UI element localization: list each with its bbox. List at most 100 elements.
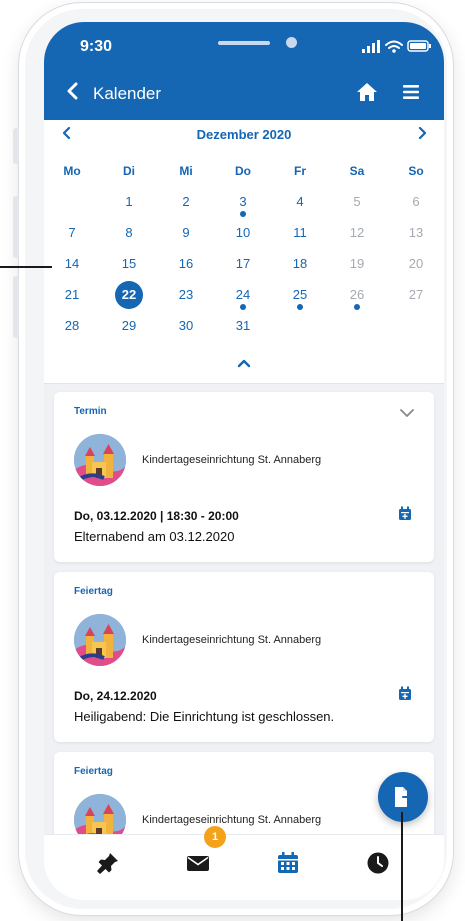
day-number: 17	[235, 256, 251, 271]
calendar-day[interactable]: 12	[337, 219, 377, 249]
page-title: Kalender	[93, 84, 162, 103]
calendar-day[interactable]: 22	[109, 281, 149, 311]
next-month-button[interactable]	[418, 124, 427, 146]
calendar-day[interactable]: 8	[109, 219, 149, 249]
calendar-day[interactable]: 18	[280, 250, 320, 280]
day-number: 21	[64, 287, 80, 302]
calendar-day[interactable]: 1	[109, 188, 149, 218]
camera-notch	[286, 37, 297, 48]
event-type: Feiertag	[74, 766, 113, 777]
event-indicator-dot	[354, 304, 360, 310]
calendar-day[interactable]: 4	[280, 188, 320, 218]
calendar-day[interactable]: 15	[109, 250, 149, 280]
weekday-label: Mo	[63, 164, 81, 178]
add-to-calendar-icon[interactable]	[398, 506, 412, 521]
weekday-label: Sa	[349, 164, 365, 178]
day-number: 19	[349, 256, 365, 271]
calendar-day[interactable]: 9	[166, 219, 206, 249]
castle-logo	[74, 614, 126, 666]
battery-icon	[407, 40, 431, 52]
chevron-down-icon[interactable]	[399, 408, 415, 418]
calendar-day[interactable]: 27	[396, 281, 436, 311]
event-indicator-dot	[297, 304, 303, 310]
calendar-day[interactable]: 11	[280, 219, 320, 249]
day-number: 14	[64, 256, 80, 271]
chevron-left-icon	[67, 82, 78, 100]
organization-name: Kindertageseinrichtung St. Annaberg	[142, 814, 322, 826]
calendar-day[interactable]: 25	[280, 281, 320, 311]
calendar-day[interactable]: 13	[396, 219, 436, 249]
event-card[interactable]: Feiertag Kindertageseinrichtung St. Anna…	[54, 572, 434, 742]
calendar-day[interactable]: 24	[223, 281, 263, 311]
calendar-day[interactable]: 7	[52, 219, 92, 249]
calendar-day[interactable]: 16	[166, 250, 206, 280]
day-number: 15	[121, 256, 137, 271]
event-indicator-dot	[240, 304, 246, 310]
day-number: 4	[296, 194, 304, 209]
speaker-notch	[218, 41, 270, 45]
day-number: 6	[412, 194, 420, 209]
pin-icon[interactable]	[96, 851, 120, 875]
mail-icon	[187, 856, 209, 871]
calendar-day[interactable]: 17	[223, 250, 263, 280]
day-number: 20	[408, 256, 424, 271]
day-number: 31	[235, 318, 251, 333]
export-button[interactable]	[378, 772, 428, 822]
chevron-right-icon	[418, 126, 427, 140]
day-number: 23	[178, 287, 194, 302]
event-type: Feiertag	[74, 586, 113, 597]
weekday-label: Do	[235, 164, 251, 178]
phone-side-button	[13, 196, 19, 258]
callout-line	[0, 266, 52, 268]
calendar-day[interactable]: 28	[52, 312, 92, 342]
calendar-day[interactable]: 31	[223, 312, 263, 342]
day-number: 10	[235, 225, 251, 240]
castle-logo	[74, 434, 126, 486]
organization-avatar	[74, 614, 126, 666]
weekday-label: Mi	[179, 164, 193, 178]
calendar-day[interactable]: 10	[223, 219, 263, 249]
event-list: Termin Kindertageseinrichtung St. Annabe	[44, 384, 444, 862]
calendar-day[interactable]: 6	[396, 188, 436, 218]
event-title: Elternabend am 03.12.2020	[74, 529, 235, 544]
calendar-day[interactable]: 29	[109, 312, 149, 342]
unread-badge: 1	[204, 826, 226, 848]
weekday-label: Fr	[294, 164, 306, 178]
calendar-day[interactable]: 26	[337, 281, 377, 311]
calendar-day[interactable]: 2	[166, 188, 206, 218]
day-number: 12	[349, 225, 365, 240]
home-icon[interactable]	[356, 81, 378, 103]
day-number: 5	[353, 194, 361, 209]
prev-month-button[interactable]	[62, 124, 71, 146]
day-number: 2	[182, 194, 190, 209]
back-button[interactable]	[66, 82, 78, 104]
organization-avatar	[74, 434, 126, 486]
weekday-label: Di	[123, 164, 135, 178]
calendar-day[interactable]: 20	[396, 250, 436, 280]
chevron-up-icon[interactable]	[234, 356, 254, 370]
day-number: 1	[125, 194, 133, 209]
event-title: Heiligabend: Die Einrichtung ist geschlo…	[74, 709, 335, 724]
add-to-calendar-icon[interactable]	[398, 686, 412, 701]
weekday-label: So	[408, 164, 424, 178]
calendar-day[interactable]: 14	[52, 250, 92, 280]
event-card[interactable]: Termin Kindertageseinrichtung St. Annabe	[54, 392, 434, 562]
calendar-day[interactable]: 5	[337, 188, 377, 218]
calendar-day[interactable]: 30	[166, 312, 206, 342]
calendar-day[interactable]: 19	[337, 250, 377, 280]
menu-icon[interactable]	[402, 83, 420, 101]
day-number: 29	[121, 318, 137, 333]
status-icons	[362, 40, 431, 53]
status-time: 9:30	[80, 38, 113, 55]
calendar-icon[interactable]	[276, 851, 300, 875]
organization-name: Kindertageseinrichtung St. Annaberg	[142, 454, 322, 466]
day-number: 11	[293, 225, 307, 240]
calendar-day[interactable]: 3	[223, 188, 263, 218]
callout-line	[401, 812, 403, 921]
calendar-day[interactable]: 21	[52, 281, 92, 311]
messages-tab[interactable]	[186, 851, 210, 875]
day-number: 28	[64, 318, 80, 333]
clock-icon[interactable]	[366, 851, 390, 875]
export-document-icon	[395, 787, 412, 807]
calendar-day[interactable]: 23	[166, 281, 206, 311]
